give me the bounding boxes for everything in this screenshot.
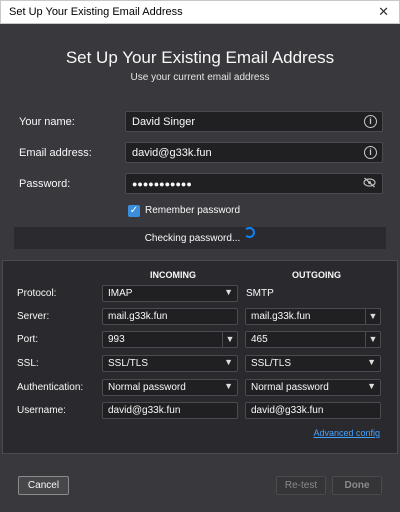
info-icon[interactable]: i	[364, 115, 377, 128]
email-label: Email address:	[19, 147, 92, 159]
password-field[interactable]: ●●●●●●●●●●●	[125, 173, 383, 194]
email-field[interactable]: david@g33k.fun i	[125, 142, 383, 163]
info-icon[interactable]: i	[364, 146, 377, 159]
chevron-down-icon[interactable]: ▼	[365, 308, 381, 325]
outgoing-server-value: mail.g33k.fun	[251, 311, 311, 322]
incoming-username-value: david@g33k.fun	[108, 405, 181, 416]
outgoing-ssl-select[interactable]: SSL/TLS ▼	[245, 355, 381, 372]
incoming-ssl-value: SSL/TLS	[108, 358, 149, 369]
chevron-down-icon: ▼	[367, 357, 376, 367]
window-titlebar: Set Up Your Existing Email Address ✕	[0, 0, 400, 24]
status-bar: Checking password...	[14, 227, 386, 249]
server-label: Server:	[17, 311, 50, 322]
outgoing-auth-select[interactable]: Normal password ▼	[245, 379, 381, 396]
port-label: Port:	[17, 334, 39, 345]
outgoing-auth-value: Normal password	[251, 382, 329, 393]
name-field[interactable]: David Singer i	[125, 111, 383, 132]
outgoing-ssl-value: SSL/TLS	[251, 358, 292, 369]
authentication-label: Authentication:	[17, 382, 84, 393]
incoming-auth-select[interactable]: Normal password ▼	[102, 379, 238, 396]
done-button[interactable]: Done	[332, 476, 382, 495]
username-label: Username:	[17, 405, 66, 416]
retest-button[interactable]: Re-test	[276, 476, 326, 495]
remember-password-checkbox[interactable]: ✓	[128, 205, 140, 217]
name-value: David Singer	[132, 116, 195, 128]
password-label: Password:	[19, 178, 71, 190]
incoming-protocol-select[interactable]: IMAP ▼	[102, 285, 238, 302]
page-subtitle: Use your current email address	[130, 72, 270, 83]
chevron-down-icon[interactable]: ▼	[365, 331, 381, 348]
chevron-down-icon: ▼	[224, 357, 233, 367]
close-icon[interactable]: ✕	[378, 4, 389, 20]
outgoing-username-input[interactable]: david@g33k.fun	[245, 402, 381, 419]
outgoing-header: OUTGOING	[292, 270, 341, 280]
incoming-header: INCOMING	[150, 270, 196, 280]
advanced-config-link[interactable]: Advanced config	[313, 428, 380, 438]
outgoing-protocol-value: SMTP	[246, 288, 274, 299]
eye-slash-icon[interactable]	[363, 177, 376, 191]
status-text: Checking password...	[144, 233, 241, 244]
chevron-down-icon[interactable]: ▼	[222, 331, 238, 348]
name-label: Your name:	[19, 116, 75, 128]
cancel-button[interactable]: Cancel	[18, 476, 69, 495]
outgoing-port-combobox[interactable]: 465 ▼	[245, 331, 381, 348]
chevron-down-icon: ▼	[224, 287, 233, 297]
chevron-down-icon: ▼	[367, 381, 376, 391]
incoming-auth-value: Normal password	[108, 382, 186, 393]
remember-password-label: Remember password	[145, 205, 241, 216]
chevron-down-icon: ▼	[224, 381, 233, 391]
incoming-port-value: 993	[108, 334, 125, 345]
outgoing-username-value: david@g33k.fun	[251, 405, 324, 416]
ssl-label: SSL:	[17, 358, 39, 369]
outgoing-port-value: 465	[251, 334, 268, 345]
spinner-icon	[244, 227, 256, 238]
protocol-label: Protocol:	[17, 288, 57, 299]
window-title: Set Up Your Existing Email Address	[9, 6, 183, 18]
password-value: ●●●●●●●●●●●	[132, 179, 192, 189]
incoming-ssl-select[interactable]: SSL/TLS ▼	[102, 355, 238, 372]
incoming-username-input[interactable]: david@g33k.fun	[102, 402, 238, 419]
incoming-port-combobox[interactable]: 993 ▼	[102, 331, 238, 348]
incoming-protocol-value: IMAP	[108, 288, 133, 299]
outgoing-server-combobox[interactable]: mail.g33k.fun ▼	[245, 308, 381, 325]
incoming-server-input[interactable]: mail.g33k.fun	[102, 308, 238, 325]
email-value: david@g33k.fun	[132, 147, 212, 159]
page-title: Set Up Your Existing Email Address	[65, 48, 335, 67]
incoming-server-value: mail.g33k.fun	[108, 311, 168, 322]
